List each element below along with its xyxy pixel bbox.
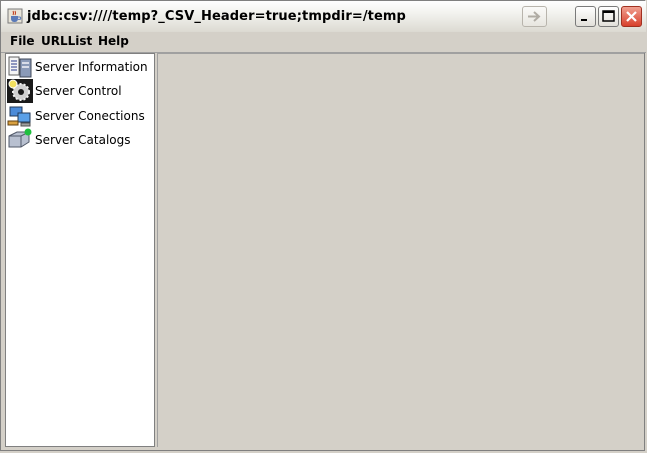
sidebar-item-label: Server Conections: [35, 109, 145, 123]
window-title: jdbc:csv:////temp?_CSV_Header=true;tmpdi…: [27, 9, 406, 24]
sidebar-item-server-information[interactable]: Server Information: [6, 55, 154, 79]
app-window: jdbc:csv:////temp?_CSV_Header=true;tmpdi…: [0, 0, 646, 451]
menu-help[interactable]: Help: [98, 34, 129, 48]
main-content-area: [157, 53, 644, 447]
maximize-button[interactable]: [598, 6, 619, 27]
menu-bar: File URLList Help: [1, 32, 646, 53]
sidebar-item-label: Server Information: [35, 60, 148, 74]
minimize-icon: [576, 11, 595, 30]
title-bar[interactable]: jdbc:csv:////temp?_CSV_Header=true;tmpdi…: [1, 1, 646, 33]
close-button[interactable]: [621, 6, 642, 27]
sidebar-item-server-catalogs[interactable]: Server Catalogs: [6, 128, 154, 152]
java-cup-icon: [7, 8, 23, 24]
server-info-icon: [7, 55, 33, 79]
menu-file[interactable]: File: [10, 34, 35, 48]
sidebar-item-server-control[interactable]: Server Control: [6, 79, 154, 103]
maximize-icon: [599, 10, 618, 30]
sidebar-item-label: Server Catalogs: [35, 133, 131, 147]
menu-urllist[interactable]: URLList: [41, 34, 92, 48]
minimize-button[interactable]: [575, 6, 596, 27]
sidebar-item-label: Server Control: [35, 84, 122, 98]
forward-arrow-icon: [523, 11, 546, 30]
network-computers-icon: [7, 104, 33, 128]
gear-icon: [7, 79, 33, 103]
server-tree-panel: Server Information Server Control Server…: [5, 53, 155, 447]
sidebar-item-server-connections[interactable]: Server Conections: [6, 104, 154, 128]
forward-button[interactable]: [522, 6, 547, 27]
database-icon: [7, 128, 33, 152]
close-icon: [622, 11, 641, 30]
